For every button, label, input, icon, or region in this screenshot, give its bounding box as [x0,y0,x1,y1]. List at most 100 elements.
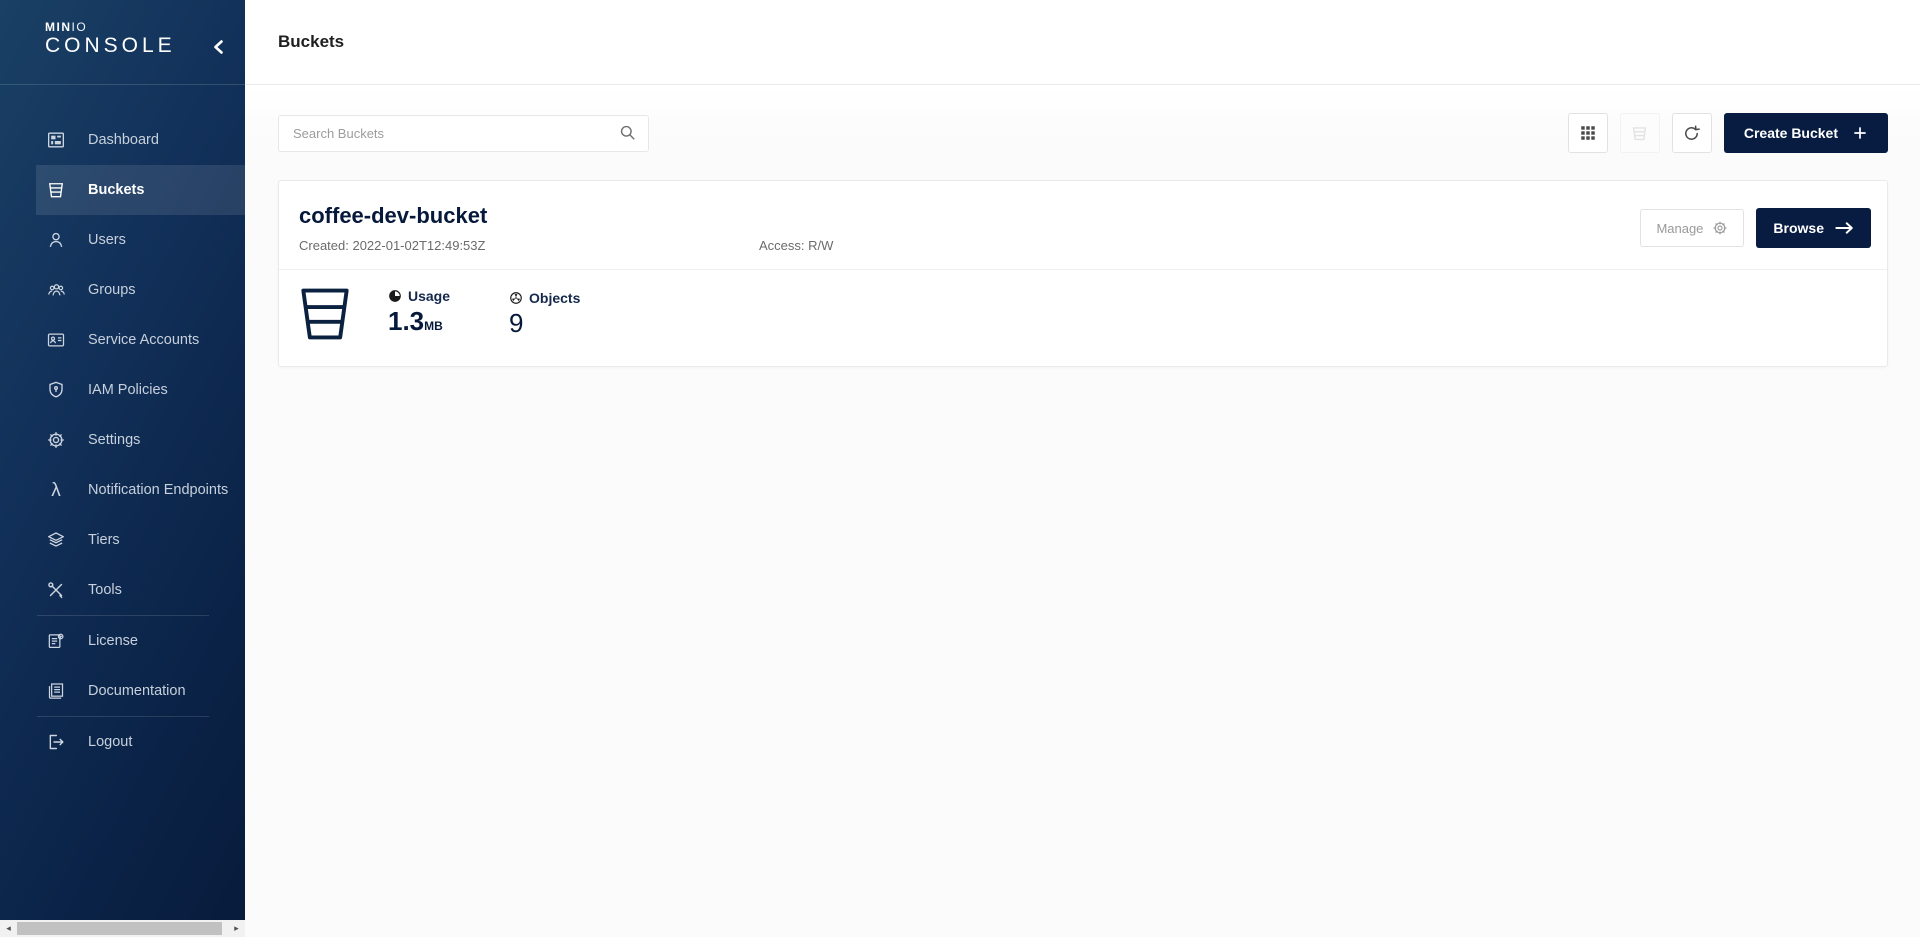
arrow-right-icon [1835,221,1854,235]
objects-metric: Objects 9 [509,290,594,338]
chevron-left-icon [213,40,224,54]
brand-logo: MINIO CONSOLE [0,0,245,85]
objects-value-row: 9 [509,308,594,338]
logout-icon [45,731,67,753]
usage-pie-icon [388,289,402,303]
bucket-created: Created: 2022-01-02T12:49:53Z [299,238,759,253]
bucket-card: coffee-dev-bucket Created: 2022-01-02T12… [278,180,1888,367]
sidebar-item-label: Logout [88,734,132,750]
objects-value: 9 [509,308,523,338]
list-view-button[interactable] [1620,113,1660,153]
objects-label-row: Objects [509,290,594,306]
iam-policies-icon [45,379,67,401]
sidebar-item-service-accounts[interactable]: Service Accounts [0,315,245,365]
sidebar-item-dashboard[interactable]: Dashboard [0,115,245,165]
buckets-icon [45,179,67,201]
sidebar-item-label: Buckets [88,182,144,198]
scrollbar-thumb[interactable] [17,922,222,935]
bucket-meta: Created: 2022-01-02T12:49:53Z Access: R/… [299,238,1871,253]
sidebar-item-label: Groups [88,282,136,298]
sidebar-item-buckets[interactable]: Buckets [36,165,245,215]
sidebar-item-label: IAM Policies [88,382,168,398]
manage-button[interactable]: Manage [1640,209,1744,247]
sidebar-item-settings[interactable]: Settings [0,415,245,465]
settings-icon [45,429,67,451]
sidebar-item-label: Service Accounts [88,332,199,348]
service-accounts-icon [45,329,67,351]
buckets-toolbar: Create Bucket [278,113,1888,153]
documentation-icon [45,680,67,702]
license-icon [45,630,67,652]
sidebar-item-label: Tools [88,582,122,598]
bucket-actions: Manage Browse [1640,208,1871,248]
page-title: Buckets [278,32,344,52]
tools-icon [45,579,67,601]
search-icon [618,123,637,142]
bucket-stats: Usage 1.3MB Objects 9 [279,270,1887,366]
sidebar-item-users[interactable]: Users [0,215,245,265]
brand-io: IO [72,20,88,34]
search-buckets-input[interactable] [278,115,649,152]
sidebar-item-label: Users [88,232,126,248]
page-header: Buckets [245,0,1920,85]
search-wrap [278,115,649,152]
lambda-icon: λ [45,479,67,501]
content-area: Create Bucket coffee-dev-bucket Created:… [245,85,1920,937]
usage-value-row: 1.3MB [388,306,473,341]
usage-value: 1.3 [388,306,424,336]
bucket-name[interactable]: coffee-dev-bucket [299,203,487,229]
refresh-button[interactable] [1672,113,1712,153]
usage-label-row: Usage [388,288,473,304]
sidebar-item-groups[interactable]: Groups [0,265,245,315]
toolbar-actions: Create Bucket [1568,113,1888,153]
tiers-icon [45,529,67,551]
sidebar-item-label: Dashboard [88,132,159,148]
sidebar-item-label: License [88,633,138,649]
usage-unit: MB [424,319,443,333]
sidebar-item-label: Notification Endpoints [88,482,228,498]
usage-label: Usage [408,288,450,304]
sidebar: MINIO CONSOLE Dashboard [0,0,245,920]
sidebar-item-notification-endpoints[interactable]: λ Notification Endpoints [0,465,245,515]
scrollbar-track[interactable] [17,920,228,937]
create-bucket-button[interactable]: Create Bucket [1724,113,1888,153]
sidebar-item-logout[interactable]: Logout [0,717,245,767]
groups-icon [45,279,67,301]
sidebar-item-license[interactable]: License [0,616,245,666]
refresh-icon [1682,124,1701,143]
dashboard-icon [45,129,67,151]
usage-metric: Usage 1.3MB [388,288,473,341]
browse-button[interactable]: Browse [1756,208,1871,248]
browse-label: Browse [1773,220,1824,236]
bucket-icon [299,286,351,342]
bucket-list-view-icon [1630,124,1649,143]
gear-icon [1712,220,1728,236]
sidebar-menu: Dashboard Buckets Users [0,85,245,767]
users-icon [45,229,67,251]
sidebar-item-documentation[interactable]: Documentation [0,666,245,716]
sidebar-item-iam-policies[interactable]: IAM Policies [0,365,245,415]
minio-console-app: MINIO CONSOLE Dashboard [0,0,1920,937]
scrollbar-left-arrow-icon[interactable]: ◂ [0,920,17,937]
objects-icon [509,291,523,305]
sidebar-item-label: Tiers [88,532,120,548]
bucket-access: Access: R/W [759,238,833,253]
manage-label: Manage [1656,221,1703,236]
objects-label: Objects [529,290,580,306]
grid-view-icon [1579,124,1597,142]
horizontal-scrollbar: ◂ ▸ [0,920,245,937]
bucket-card-header: coffee-dev-bucket Created: 2022-01-02T12… [279,181,1887,269]
sidebar-item-tiers[interactable]: Tiers [0,515,245,565]
grid-view-button[interactable] [1568,113,1608,153]
sidebar-item-label: Documentation [88,683,186,699]
sidebar-item-tools[interactable]: Tools [0,565,245,615]
plus-icon [1852,125,1868,141]
scrollbar-right-arrow-icon[interactable]: ▸ [228,920,245,937]
brand-min: MIN [45,20,72,34]
main-area: Buckets [245,0,1920,937]
sidebar-column: MINIO CONSOLE Dashboard [0,0,245,937]
sidebar-item-label: Settings [88,432,140,448]
sidebar-collapse-button[interactable] [207,36,229,58]
create-bucket-label: Create Bucket [1744,125,1838,141]
brand-minio: MINIO [45,20,245,34]
